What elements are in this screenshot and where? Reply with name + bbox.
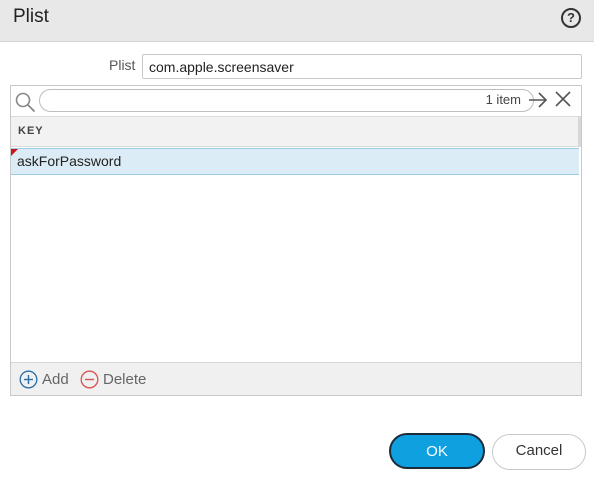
cancel-button[interactable]: Cancel	[492, 434, 586, 470]
add-button[interactable]: Add	[19, 368, 69, 390]
column-header-label: KEY	[18, 125, 44, 137]
item-count: 1 item	[485, 92, 521, 107]
keys-grid: 1 item KEY askForPassword Add Delete	[10, 85, 582, 396]
row-key: askForPassword	[17, 153, 122, 169]
filter-input[interactable]: 1 item	[39, 89, 534, 112]
arrow-right-icon[interactable]	[528, 90, 548, 110]
dialog-titlebar: Plist ?	[0, 0, 594, 42]
search-icon	[15, 92, 35, 112]
column-resize-handle[interactable]	[578, 117, 581, 146]
minus-circle-icon	[80, 370, 99, 388]
plus-circle-icon	[19, 370, 38, 388]
column-header-key[interactable]: KEY	[11, 116, 581, 147]
help-icon[interactable]: ?	[561, 8, 581, 28]
delete-button[interactable]: Delete	[80, 368, 146, 390]
add-label: Add	[42, 370, 69, 388]
plist-label: Plist	[109, 57, 136, 73]
plist-input[interactable]	[142, 54, 582, 79]
dialog-title: Plist	[13, 6, 49, 27]
table-row[interactable]: askForPassword	[11, 148, 579, 175]
ok-button[interactable]: OK	[389, 433, 485, 469]
delete-label: Delete	[103, 370, 147, 388]
close-icon[interactable]	[554, 90, 572, 108]
grid-footer: Add Delete	[11, 362, 581, 395]
